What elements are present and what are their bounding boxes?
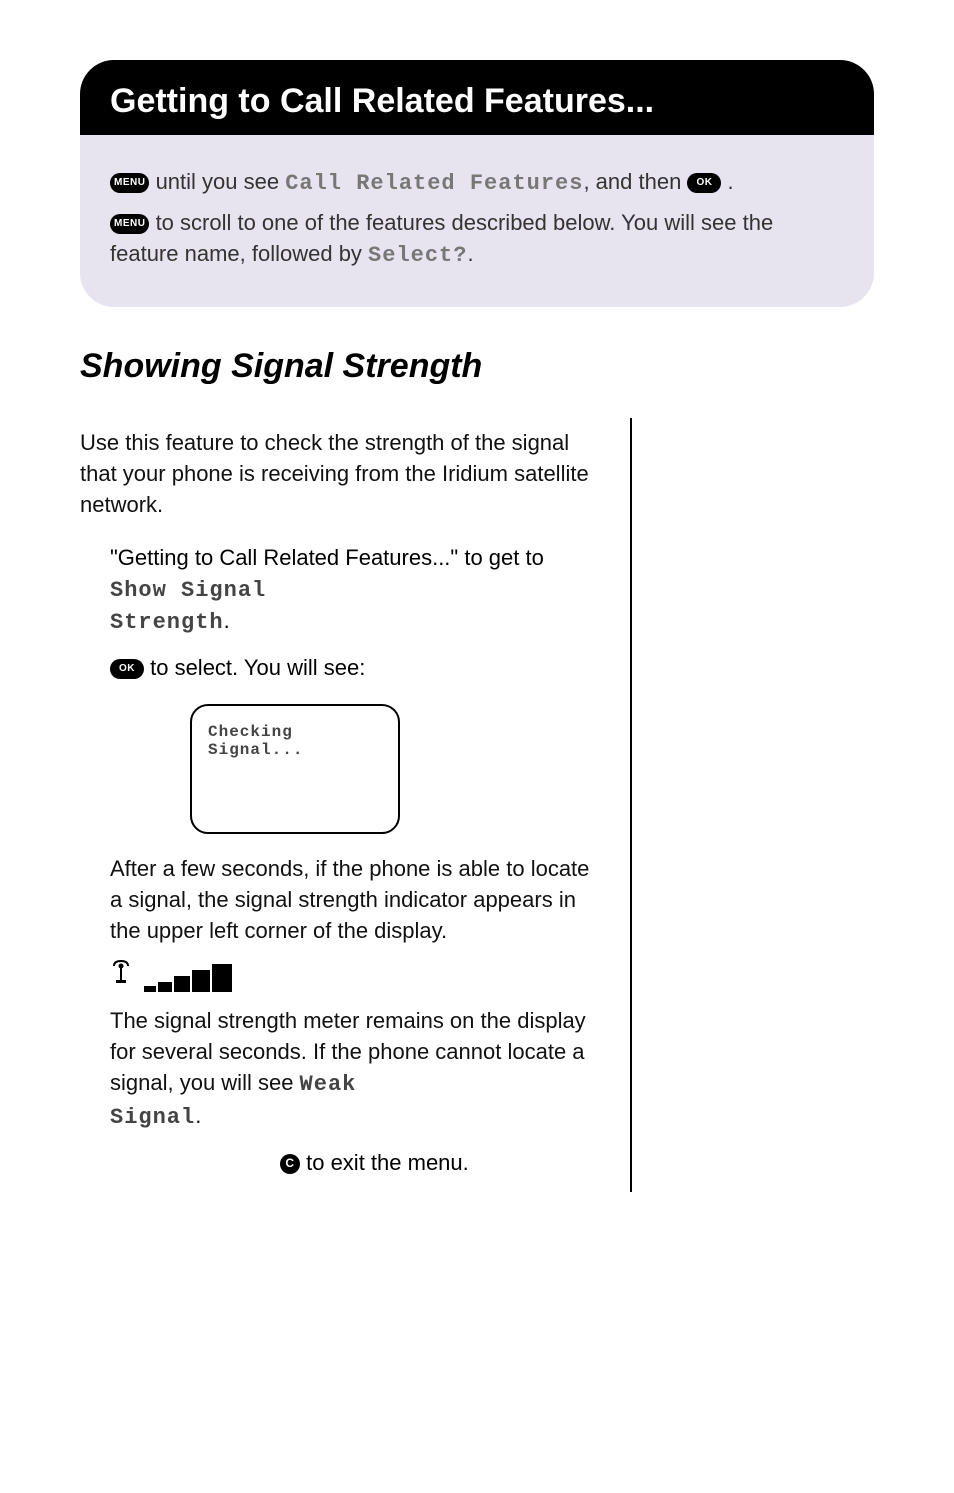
note-line-2: MENU to scroll to one of the features de… <box>110 208 844 272</box>
lcd-text: Signal <box>110 1105 195 1130</box>
text: . <box>224 608 230 633</box>
text: , and then <box>583 169 687 194</box>
lcd-text: Call Related Features <box>285 171 583 196</box>
screen-line-1: Checking <box>208 724 382 742</box>
result-paragraph-1: After a few seconds, if the phone is abl… <box>110 854 600 946</box>
lcd-text: Select? <box>368 243 467 268</box>
lcd-text: Weak <box>300 1072 357 1097</box>
c-key-icon: C <box>280 1154 300 1174</box>
note-line-1: MENU until you see Call Related Features… <box>110 167 844 200</box>
step-2: OK to select. You will see: <box>110 653 600 684</box>
vertical-divider <box>630 418 632 1192</box>
step-3: C to exit the menu. <box>280 1148 600 1179</box>
antenna-icon <box>110 960 132 992</box>
two-column-layout: Use this feature to check the strength o… <box>80 406 874 1192</box>
text: "Getting to Call Related Features..." to… <box>110 545 544 570</box>
screen-line-2: Signal... <box>208 742 382 760</box>
page: Getting to Call Related Features... MENU… <box>0 0 954 1272</box>
menu-key-icon: MENU <box>110 214 149 234</box>
ok-key-icon: OK <box>110 659 144 679</box>
result-paragraph-2: The signal strength meter remains on the… <box>110 1006 600 1133</box>
ok-key-icon: OK <box>687 173 721 193</box>
text: to select. You will see: <box>144 655 365 680</box>
menu-key-icon: MENU <box>110 173 149 193</box>
signal-strength-graphic <box>110 960 600 992</box>
text: . <box>467 241 473 266</box>
text: . <box>721 169 733 194</box>
signal-bars-icon <box>144 964 232 992</box>
instruction-note: MENU until you see Call Related Features… <box>80 135 874 307</box>
section-heading: Showing Signal Strength <box>80 347 874 386</box>
banner-title: Getting to Call Related Features... <box>110 82 844 121</box>
text: . <box>195 1103 201 1128</box>
lcd-text: Show Signal <box>110 578 266 603</box>
content-column: Use this feature to check the strength o… <box>80 406 630 1192</box>
text: until you see <box>149 169 285 194</box>
intro-paragraph: Use this feature to check the strength o… <box>80 428 600 520</box>
phone-screen-mock: Checking Signal... <box>190 704 400 834</box>
lcd-text: Strength <box>110 610 224 635</box>
text: to exit the menu. <box>300 1150 469 1175</box>
step-1: "Getting to Call Related Features..." to… <box>110 543 600 639</box>
